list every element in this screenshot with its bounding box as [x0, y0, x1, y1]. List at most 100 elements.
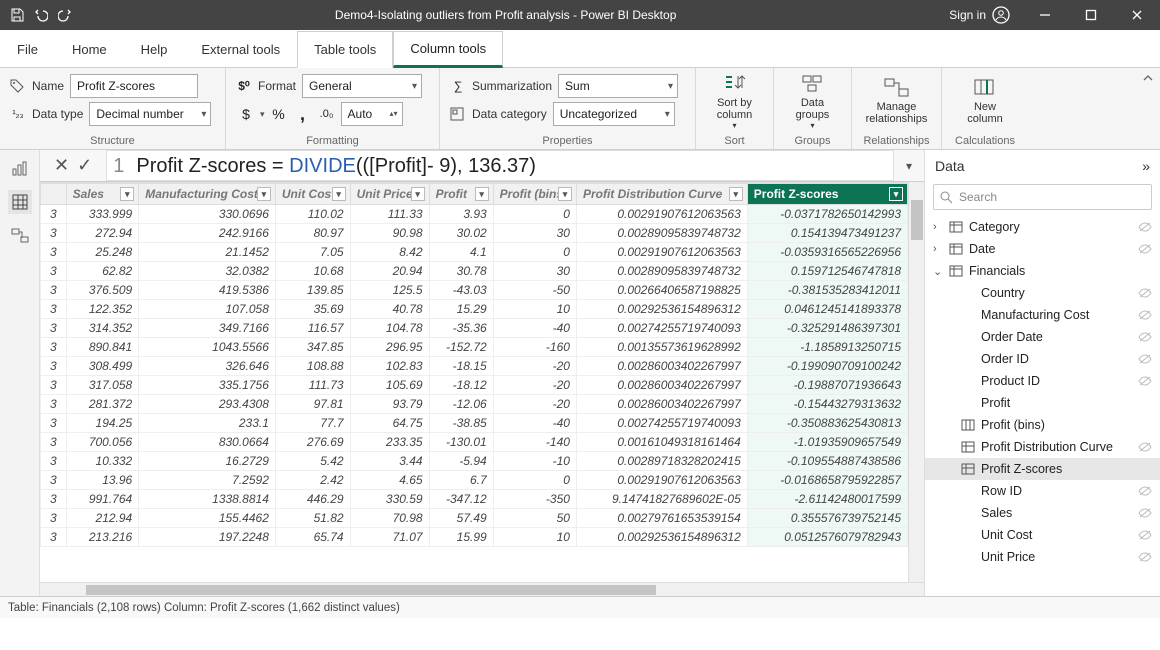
table-row[interactable]: 3213.216197.224865.7471.0715.99100.00292… [41, 528, 908, 547]
field-node[interactable]: Country [925, 282, 1160, 304]
commit-formula-icon[interactable]: ✓ [77, 155, 92, 176]
format-select[interactable]: General▾ [302, 74, 422, 98]
decimal-places-input[interactable]: Auto▴▾ [341, 102, 403, 126]
table-row[interactable]: 325.24821.14527.058.424.100.002919076120… [41, 243, 908, 262]
table-row[interactable]: 3376.509419.5386139.85125.5-43.03-500.00… [41, 281, 908, 300]
minimize-button[interactable] [1022, 0, 1068, 30]
column-header[interactable]: Profit Distribution Curve▾ [576, 184, 747, 205]
hidden-icon[interactable] [1138, 221, 1152, 233]
hidden-icon[interactable] [1138, 331, 1152, 343]
table-row[interactable]: 3272.94242.916680.9790.9830.02300.002890… [41, 224, 908, 243]
formula-expand-icon[interactable]: ▾ [902, 159, 916, 173]
horizontal-scrollbar[interactable] [40, 582, 924, 596]
undo-icon[interactable] [32, 6, 50, 24]
sort-by-column-button[interactable]: Sort by column▾ [706, 70, 763, 130]
name-input[interactable]: Profit Z-scores [70, 74, 198, 98]
tab-home[interactable]: Home [55, 30, 124, 67]
table-node[interactable]: ›Category [925, 216, 1160, 238]
table-row[interactable]: 3281.372293.430897.8193.79-12.06-200.002… [41, 395, 908, 414]
table-row[interactable]: 3890.8411043.5566347.85296.95-152.72-160… [41, 338, 908, 357]
redo-icon[interactable] [56, 6, 74, 24]
field-node[interactable]: Profit Distribution Curve [925, 436, 1160, 458]
table-row[interactable]: 3212.94155.446251.8270.9857.49500.002797… [41, 509, 908, 528]
cancel-formula-icon[interactable]: ✕ [54, 155, 69, 176]
table-row[interactable]: 3122.352107.05835.6940.7815.29100.002925… [41, 300, 908, 319]
close-button[interactable] [1114, 0, 1160, 30]
field-node[interactable]: Profit [925, 392, 1160, 414]
field-node[interactable]: Order ID [925, 348, 1160, 370]
hidden-icon[interactable] [1138, 551, 1152, 563]
hidden-icon[interactable] [1138, 375, 1152, 387]
tab-help[interactable]: Help [124, 30, 185, 67]
filter-icon[interactable]: ▾ [729, 187, 743, 201]
filter-icon[interactable]: ▾ [889, 187, 903, 201]
hidden-icon[interactable] [1138, 529, 1152, 541]
formula-input[interactable]: 1 Profit Z-scores = DIVIDE(([Profit]- 9)… [106, 150, 894, 181]
table-node[interactable]: ›Date [925, 238, 1160, 260]
field-node[interactable]: Profit Z-scores [925, 458, 1160, 480]
currency-button[interactable]: $ [236, 104, 256, 124]
hidden-icon[interactable] [1138, 485, 1152, 497]
table-row[interactable]: 3700.056830.0664276.69233.35-130.01-1400… [41, 433, 908, 452]
tab-column-tools[interactable]: Column tools [393, 31, 503, 68]
field-node[interactable]: Row ID [925, 480, 1160, 502]
ribbon-collapse-icon[interactable] [1142, 72, 1154, 84]
fields-tree[interactable]: ›Category›Date⌄FinancialsCountryManufact… [925, 216, 1160, 596]
table-row[interactable]: 3991.7641338.8814446.29330.59-347.12-350… [41, 490, 908, 509]
field-node[interactable]: Manufacturing Cost [925, 304, 1160, 326]
filter-icon[interactable]: ▾ [475, 187, 489, 201]
fields-search-input[interactable]: Search [933, 184, 1152, 210]
hidden-icon[interactable] [1138, 309, 1152, 321]
maximize-button[interactable] [1068, 0, 1114, 30]
model-view-icon[interactable] [8, 224, 32, 248]
datatype-select[interactable]: Decimal number▾ [89, 102, 211, 126]
filter-icon[interactable]: ▾ [257, 187, 271, 201]
report-view-icon[interactable] [8, 156, 32, 180]
comma-button[interactable]: , [293, 104, 313, 124]
table-row[interactable]: 362.8232.038210.6820.9430.78300.00289095… [41, 262, 908, 281]
tab-table-tools[interactable]: Table tools [297, 31, 393, 68]
column-header[interactable]: Unit Price▾ [350, 184, 429, 205]
tab-external-tools[interactable]: External tools [184, 30, 297, 67]
new-column-button[interactable]: New column [952, 70, 1018, 130]
percent-button[interactable]: % [269, 104, 289, 124]
data-category-select[interactable]: Uncategorized▾ [553, 102, 675, 126]
save-icon[interactable] [8, 6, 26, 24]
field-node[interactable]: Order Date [925, 326, 1160, 348]
table-row[interactable]: 3317.058335.1756111.73105.69-18.12-200.0… [41, 376, 908, 395]
hidden-icon[interactable] [1138, 441, 1152, 453]
column-header[interactable]: Unit Cost▾ [275, 184, 350, 205]
column-header[interactable]: Manufacturing Cost▾ [139, 184, 276, 205]
filter-icon[interactable]: ▾ [332, 187, 346, 201]
column-header[interactable]: Sales▾ [66, 184, 139, 205]
hidden-icon[interactable] [1138, 243, 1152, 255]
table-row[interactable]: 310.33216.27295.423.44-5.94-100.00289718… [41, 452, 908, 471]
filter-icon[interactable]: ▾ [558, 187, 572, 201]
manage-relationships-button[interactable]: Manage relationships [862, 70, 931, 130]
filter-icon[interactable]: ▾ [411, 187, 425, 201]
filter-icon[interactable]: ▾ [120, 187, 134, 201]
table-row[interactable]: 3333.999330.0696110.02111.333.9300.00291… [41, 205, 908, 224]
hidden-icon[interactable] [1138, 507, 1152, 519]
data-grid[interactable]: Sales▾Manufacturing Cost▾Unit Cost▾Unit … [40, 182, 908, 582]
data-groups-button[interactable]: Data groups▾ [784, 70, 841, 130]
hidden-icon[interactable] [1138, 287, 1152, 299]
table-node[interactable]: ⌄Financials [925, 260, 1160, 282]
tab-file[interactable]: File [0, 30, 55, 67]
field-node[interactable]: Unit Cost [925, 524, 1160, 546]
field-node[interactable]: Profit (bins) [925, 414, 1160, 436]
field-node[interactable]: Unit Price [925, 546, 1160, 568]
data-view-icon[interactable] [8, 190, 32, 214]
column-header[interactable]: Profit (bins)▾ [493, 184, 576, 205]
table-row[interactable]: 3308.499326.646108.88102.83-18.15-200.00… [41, 357, 908, 376]
decimal-button[interactable]: .0₀ [317, 104, 337, 124]
hidden-icon[interactable] [1138, 353, 1152, 365]
fields-collapse-icon[interactable]: » [1142, 158, 1150, 174]
field-node[interactable]: Sales [925, 502, 1160, 524]
summarization-select[interactable]: Sum▾ [558, 74, 678, 98]
vertical-scrollbar[interactable] [908, 182, 924, 582]
field-node[interactable]: Product ID [925, 370, 1160, 392]
table-row[interactable]: 3314.352349.7166116.57104.78-35.36-400.0… [41, 319, 908, 338]
table-row[interactable]: 3194.25233.177.764.75-38.85-400.00274255… [41, 414, 908, 433]
column-header[interactable]: Profit▾ [429, 184, 493, 205]
